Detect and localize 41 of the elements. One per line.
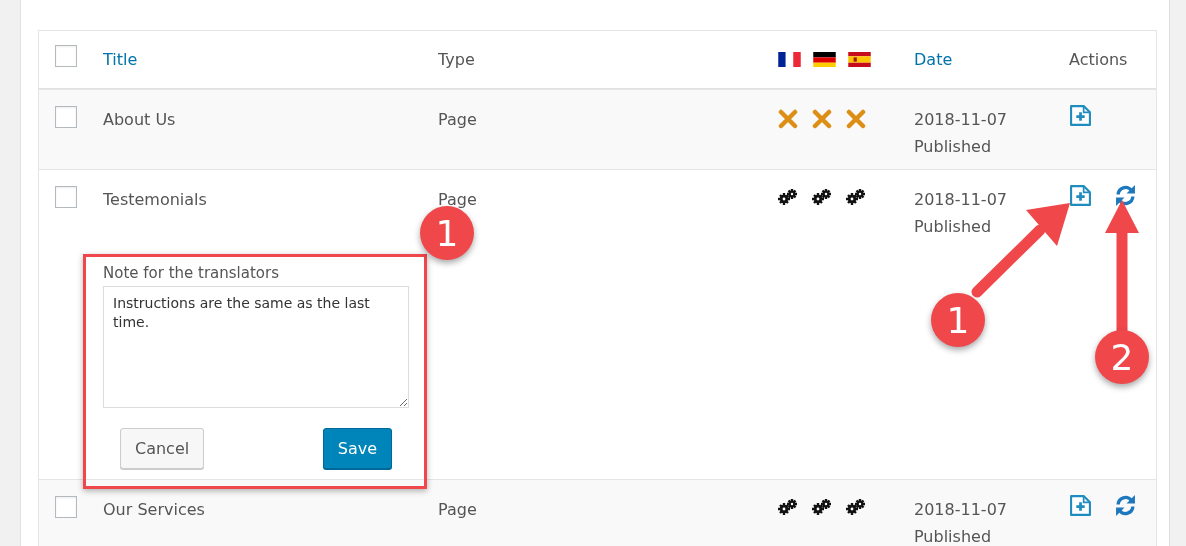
post-title: Our Services (103, 500, 205, 519)
flag-icon (813, 52, 836, 67)
save-button[interactable]: Save (322, 428, 392, 469)
column-header: Actions (1069, 50, 1128, 69)
post-date: 2018-11-07 (914, 499, 1007, 521)
refresh-icon[interactable] (1114, 184, 1137, 207)
cross-icon[interactable] (846, 109, 866, 129)
gears-icon[interactable] (778, 189, 798, 205)
add-document-icon[interactable] (1069, 104, 1092, 127)
flag-icon (848, 52, 871, 67)
flag-icon (778, 52, 801, 67)
post-type: Page (438, 190, 477, 209)
checkbox[interactable] (55, 44, 77, 67)
checkbox[interactable] (55, 186, 77, 208)
checkbox[interactable] (55, 496, 77, 518)
gears-icon[interactable] (846, 189, 866, 205)
column-sort-link[interactable]: Title (103, 50, 138, 69)
gears-icon[interactable] (812, 499, 832, 515)
post-status: Published (914, 136, 992, 158)
post-status: Published (914, 216, 992, 238)
cross-icon[interactable] (778, 109, 798, 129)
column-sort-link[interactable]: Date (914, 50, 953, 69)
post-date: 2018-11-07 (914, 109, 1007, 131)
note-field[interactable]: Instructions are the same as the last time. (103, 286, 409, 408)
post-type: Page (438, 110, 477, 129)
gears-icon[interactable] (812, 189, 832, 205)
post-status: Published (914, 526, 992, 546)
post-type: Page (438, 500, 477, 519)
add-document-icon[interactable] (1069, 494, 1092, 517)
post-date: 2018-11-07 (914, 189, 1007, 211)
checkbox[interactable] (55, 106, 77, 128)
post-title: About Us (103, 110, 176, 129)
gears-icon[interactable] (778, 499, 798, 515)
post-title: Testemonials (103, 190, 207, 209)
refresh-icon[interactable] (1114, 494, 1137, 517)
cancel-button[interactable]: Cancel (120, 428, 205, 469)
column-header: Type (438, 50, 475, 69)
gears-icon[interactable] (846, 499, 866, 515)
add-document-icon[interactable] (1069, 184, 1092, 207)
cross-icon[interactable] (812, 109, 832, 129)
field-label: Note for the translators (103, 263, 280, 283)
